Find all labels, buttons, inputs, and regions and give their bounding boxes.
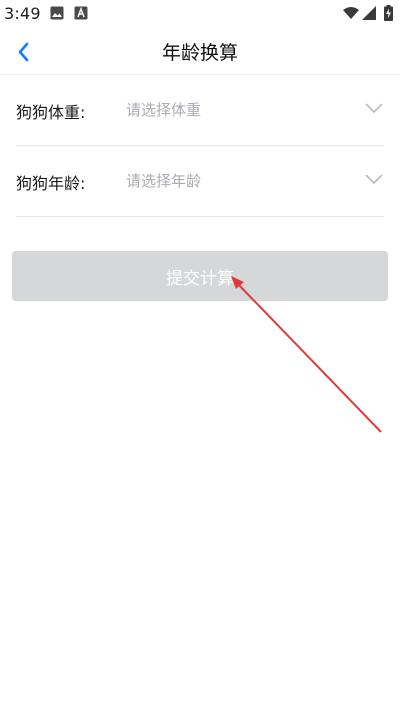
chevron-down-icon[interactable] [364,172,384,186]
weight-select[interactable]: 狗狗体重: 请选择体重 [16,75,384,146]
wifi-icon [343,7,359,19]
signal-icon [362,6,376,20]
battery-charging-icon [384,5,393,21]
status-time: 3:49 [4,4,41,23]
age-placeholder[interactable]: 请选择年龄 [126,170,201,191]
status-bar: 3:49 [0,0,400,28]
a-letter-icon [74,6,88,20]
chevron-down-icon[interactable] [364,101,384,115]
weight-placeholder[interactable]: 请选择体重 [126,99,201,120]
age-label: 狗狗年龄: [16,174,86,193]
image-icon [50,6,64,20]
age-select[interactable]: 狗狗年龄: 请选择年龄 [16,146,384,217]
nav-bar: 年龄换算 [0,28,400,75]
app-screen: 3:49 年龄换算 狗狗体重: 请选择体重 狗狗年龄: 请选择年龄 提交计算 [0,0,400,711]
page-title: 年龄换算 [161,42,238,64]
weight-label: 狗狗体重: [16,103,86,122]
submit-button[interactable]: 提交计算 [12,251,388,301]
submit-button-label: 提交计算 [166,269,234,289]
